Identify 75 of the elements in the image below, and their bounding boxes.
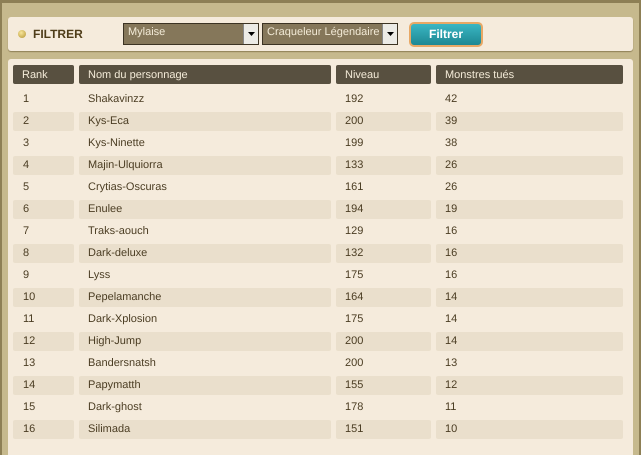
table-cell: Kys-Eca	[79, 112, 331, 130]
table-cell-text: 15	[22, 400, 36, 415]
table-cell-text: 161	[344, 180, 364, 195]
table-cell: 200	[336, 332, 431, 350]
table-cell: Papymatth	[79, 376, 331, 394]
table-cell-text: Shakavinzz	[87, 92, 146, 107]
dropdown-arrow-icon	[248, 32, 254, 36]
table-cell-text: Kys-Ninette	[87, 136, 146, 151]
table-cell-text: Lyss	[87, 268, 112, 283]
monster-dropdown[interactable]: Craqueleur Légendaire	[262, 23, 398, 45]
table-cell: 16	[436, 244, 623, 262]
table-cell: Dark-deluxe	[79, 244, 331, 262]
table-cell-text: 200	[344, 356, 364, 371]
table-cell: 132	[336, 244, 431, 262]
table-cell-text: 1	[22, 92, 30, 107]
table-cell: 155	[336, 376, 431, 394]
table-cell-text: 175	[344, 312, 364, 327]
dropdown-arrow-icon	[386, 32, 394, 36]
column-header: Nom du personnage	[79, 65, 331, 84]
table-cell-text: 38	[444, 136, 458, 151]
table-cell: 6	[13, 200, 74, 218]
filter-label: FILTRER	[33, 27, 84, 41]
table-cell: 194	[336, 200, 431, 218]
table-cell: 2	[13, 112, 74, 130]
table-cell: 19	[436, 200, 623, 218]
table-cell: 39	[436, 112, 623, 130]
column-header: Niveau	[336, 65, 431, 84]
table-cell-text: 26	[444, 180, 458, 195]
table-cell: 10	[436, 420, 623, 438]
table-cell-text: 11	[22, 312, 36, 327]
table-cell: 10	[13, 288, 74, 306]
table-cell-text: Crytias-Oscuras	[87, 180, 168, 195]
table-cell-text: 199	[344, 136, 364, 151]
table-cell: 4	[13, 156, 74, 174]
bullet-icon	[18, 30, 26, 38]
filter-button[interactable]: Filtrer	[409, 22, 483, 46]
table-cell: Pepelamanche	[79, 288, 331, 306]
table-cell: High-Jump	[79, 332, 331, 350]
table-cell: 12	[13, 332, 74, 350]
table-cell: Enulee	[79, 200, 331, 218]
column-header: Rank	[13, 65, 74, 84]
table-cell-text: 13	[22, 356, 36, 371]
table-cell-text: 129	[344, 224, 364, 239]
table-cell-text: 178	[344, 400, 364, 415]
column-header: Monstres tués	[436, 65, 623, 84]
table-cell-text: 9	[22, 268, 30, 283]
table-cell: Silimada	[79, 420, 331, 438]
table-cell: 12	[436, 376, 623, 394]
table-cell: 133	[336, 156, 431, 174]
table-cell-text: 3	[22, 136, 30, 151]
table-cell-text: 42	[444, 92, 458, 107]
table-cell: 164	[336, 288, 431, 306]
table-cell-text: Dark-Xplosion	[87, 312, 158, 327]
table-cell-text: Bandersnatsh	[87, 356, 157, 371]
table-cell-text: 11	[444, 400, 458, 415]
table-cell: Majin-Ulquiorra	[79, 156, 331, 174]
table-cell-text: 5	[22, 180, 30, 195]
table-cell: 8	[13, 244, 74, 262]
table-cell: 200	[336, 112, 431, 130]
table-cell-text: 175	[344, 268, 364, 283]
server-dropdown[interactable]: Mylaise	[123, 23, 259, 45]
table-cell-text: 7	[22, 224, 30, 239]
table-cell: 26	[436, 156, 623, 174]
table-cell-text: 13	[444, 356, 458, 371]
table-cell-text: 14	[444, 312, 458, 327]
table-cell: 14	[436, 332, 623, 350]
table-cell: 14	[13, 376, 74, 394]
table-cell-text: Traks-aouch	[87, 224, 150, 239]
table-cell: 14	[436, 288, 623, 306]
table-cell: 151	[336, 420, 431, 438]
table-cell-text: 16	[444, 268, 458, 283]
table-cell-text: 192	[344, 92, 364, 107]
table-cell-text: 16	[444, 224, 458, 239]
table-cell-text: Dark-ghost	[87, 400, 143, 415]
table-cell: 16	[13, 420, 74, 438]
